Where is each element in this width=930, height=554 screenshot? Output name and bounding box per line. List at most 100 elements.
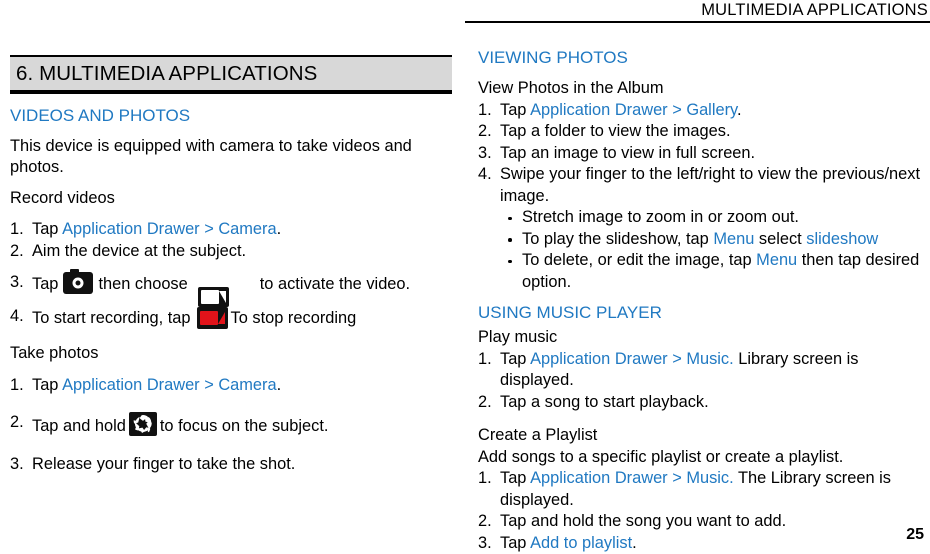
viewing-bullet-2: To play the slideshow, tap Menu select s… bbox=[478, 229, 920, 251]
photo-step-3-text: Release your finger to take the shot. bbox=[32, 455, 295, 473]
viewing-step-4: 4. Swipe your finger to the left/right to… bbox=[478, 164, 920, 207]
two-column-body: 6. MULTIMEDIA APPLICATIONS VIDEOS AND PH… bbox=[0, 24, 930, 547]
page-number: 25 bbox=[906, 526, 924, 544]
chapter-rule-bottom bbox=[10, 90, 452, 94]
photo-step-2-pretext: Tap and hold bbox=[32, 417, 126, 435]
create-playlist-step-2: 2. Tap and hold the song you want to add. bbox=[478, 511, 920, 533]
viewing-step-1-number: 1. bbox=[478, 100, 492, 122]
record-step-2: 2.Aim the device at the subject. bbox=[10, 241, 452, 263]
section-heading-videos-and-photos: VIDEOS AND PHOTOS bbox=[10, 105, 452, 127]
photo-step-1: 1. Tap Application Drawer > Camera. bbox=[10, 375, 452, 397]
photo-step-2-posttext: to focus on the subject. bbox=[160, 417, 329, 435]
subheading-record-videos: Record videos bbox=[10, 188, 452, 210]
bullet-dot-icon bbox=[508, 217, 512, 221]
section-heading-viewing-photos: VIEWING PHOTOS bbox=[478, 47, 920, 69]
running-header-title: MULTIMEDIA APPLICATIONS bbox=[701, 1, 928, 20]
viewing-bullet-2-link-menu[interactable]: Menu bbox=[713, 230, 754, 248]
record-step-1: 1. Tap Application Drawer > Camera. bbox=[10, 219, 452, 241]
left-column: 6. MULTIMEDIA APPLICATIONS VIDEOS AND PH… bbox=[10, 24, 452, 475]
create-playlist-step-3-pretext: Tap bbox=[500, 534, 530, 552]
viewing-step-1-posttext: . bbox=[737, 101, 742, 119]
play-music-step-1-pretext: Tap bbox=[500, 350, 530, 368]
create-playlist-step-3-link[interactable]: Add to playlist bbox=[530, 534, 632, 552]
record-step-4: 4. To start recording, tap To stop recordi… bbox=[10, 306, 452, 330]
record-step-2-text: Aim the device at the subject. bbox=[32, 242, 246, 260]
right-column: VIEWING PHOTOS View Photos in the Album … bbox=[478, 24, 920, 554]
record-step-4-pretext: To start recording, tap bbox=[32, 309, 191, 327]
subheading-view-photos-album: View Photos in the Album bbox=[478, 78, 920, 100]
viewing-bullet-1-text: Stretch image to zoom in or zoom out. bbox=[522, 208, 799, 226]
viewing-bullet-3: To delete, or edit the image, tap Menu t… bbox=[478, 250, 920, 293]
record-step-1-number: 1. bbox=[10, 219, 24, 241]
camcorder-white-body bbox=[201, 290, 219, 304]
viewing-bullet-3-link-menu[interactable]: Menu bbox=[756, 251, 797, 269]
record-step-1-link[interactable]: Application Drawer > Camera bbox=[62, 220, 277, 238]
create-playlist-step-2-number: 2. bbox=[478, 511, 492, 533]
photo-step-3: 3. Release your finger to take the shot. bbox=[10, 454, 452, 476]
record-step-3-pretext: Tap bbox=[32, 275, 58, 293]
record-step-3-posttext: to activate the video. bbox=[260, 275, 410, 293]
viewing-step-2-text: Tap a folder to view the images. bbox=[500, 122, 731, 140]
play-music-step-2: 2. Tap a song to start playback. bbox=[478, 392, 920, 414]
bullet-dot-icon bbox=[508, 260, 512, 264]
bullet-dot-icon bbox=[508, 238, 512, 242]
create-playlist-step-3-number: 3. bbox=[478, 533, 492, 554]
intro-paragraph: This device is equipped with camera to t… bbox=[10, 136, 452, 179]
create-playlist-step-1-pretext: Tap bbox=[500, 469, 530, 487]
camcorder-red-body bbox=[200, 311, 218, 325]
viewing-step-3-text: Tap an image to view in full screen. bbox=[500, 144, 755, 162]
create-playlist-step-1: 1.Tap Application Drawer > Music. The Li… bbox=[478, 468, 920, 511]
viewing-step-1-pretext: Tap bbox=[500, 101, 530, 119]
photo-step-1-posttext: . bbox=[277, 376, 282, 394]
record-step-4-posttext: To stop recording bbox=[231, 309, 357, 327]
create-playlist-step-1-number: 1. bbox=[478, 468, 492, 490]
viewing-step-2-number: 2. bbox=[478, 121, 492, 143]
photo-step-2-number: 2. bbox=[10, 412, 24, 434]
subheading-create-playlist: Create a Playlist bbox=[478, 425, 920, 447]
chapter-title: 6. MULTIMEDIA APPLICATIONS bbox=[10, 57, 452, 90]
create-playlist-step-3-posttext: . bbox=[632, 534, 637, 552]
subheading-take-photos: Take photos bbox=[10, 343, 452, 365]
viewing-step-4-text: Swipe your finger to the left/right to v… bbox=[500, 165, 920, 205]
viewing-step-4-number: 4. bbox=[478, 164, 492, 186]
aperture-icon bbox=[129, 412, 157, 436]
play-music-step-1-number: 1. bbox=[478, 349, 492, 371]
viewing-bullet-3-pretext: To delete, or edit the image, tap bbox=[522, 251, 756, 269]
camcorder-red-lens bbox=[218, 312, 225, 324]
photo-step-1-link[interactable]: Application Drawer > Camera bbox=[62, 376, 277, 394]
viewing-bullet-2-pretext: To play the slideshow, tap bbox=[522, 230, 713, 248]
page-running-header: MULTIMEDIA APPLICATIONS bbox=[0, 0, 930, 24]
record-step-1-posttext: . bbox=[277, 220, 282, 238]
subheading-play-music: Play music bbox=[478, 327, 920, 349]
viewing-step-1: 1. Tap Application Drawer > Gallery. bbox=[478, 100, 920, 122]
camcorder-white-lens bbox=[219, 291, 226, 303]
photo-step-1-number: 1. bbox=[10, 375, 24, 397]
play-music-step-2-text: Tap a song to start playback. bbox=[500, 393, 709, 411]
record-step-3-number: 3. bbox=[10, 272, 24, 294]
viewing-step-3-number: 3. bbox=[478, 143, 492, 165]
viewing-bullet-1: Stretch image to zoom in or zoom out. bbox=[478, 207, 920, 229]
viewing-step-3: 3. Tap an image to view in full screen. bbox=[478, 143, 920, 165]
viewing-bullet-2-midtext: select bbox=[754, 230, 806, 248]
play-music-step-2-number: 2. bbox=[478, 392, 492, 414]
play-music-step-1-link[interactable]: Application Drawer > Music. bbox=[530, 350, 734, 368]
viewing-step-1-link[interactable]: Application Drawer > Gallery bbox=[530, 101, 737, 119]
viewing-bullet-2-link-slideshow[interactable]: slideshow bbox=[806, 230, 878, 248]
create-playlist-step-2-text: Tap and hold the song you want to add. bbox=[500, 512, 786, 530]
camcorder-red-icon bbox=[197, 307, 228, 329]
photo-step-1-pretext: Tap bbox=[32, 376, 62, 394]
chapter-banner: 6. MULTIMEDIA APPLICATIONS bbox=[10, 55, 452, 94]
viewing-step-2: 2. Tap a folder to view the images. bbox=[478, 121, 920, 143]
photo-step-3-number: 3. bbox=[10, 454, 24, 476]
record-step-3: 3.Tapthen chooseto activate the video. bbox=[10, 272, 452, 296]
create-playlist-step-1-link[interactable]: Application Drawer > Music. bbox=[530, 469, 734, 487]
camcorder-white-icon bbox=[198, 287, 229, 307]
header-divider-rule bbox=[465, 21, 930, 23]
create-playlist-description: Add songs to a specific playlist or crea… bbox=[478, 447, 920, 469]
photo-step-2: 2. Tap and hold to focus on the subject. bbox=[10, 412, 452, 438]
camera-icon bbox=[63, 272, 93, 294]
section-heading-using-music-player: USING MUSIC PLAYER bbox=[478, 302, 920, 324]
record-step-1-pretext: Tap bbox=[32, 220, 62, 238]
record-step-4-number: 4. bbox=[10, 306, 24, 328]
play-music-step-1: 1.Tap Application Drawer > Music. Librar… bbox=[478, 349, 920, 392]
